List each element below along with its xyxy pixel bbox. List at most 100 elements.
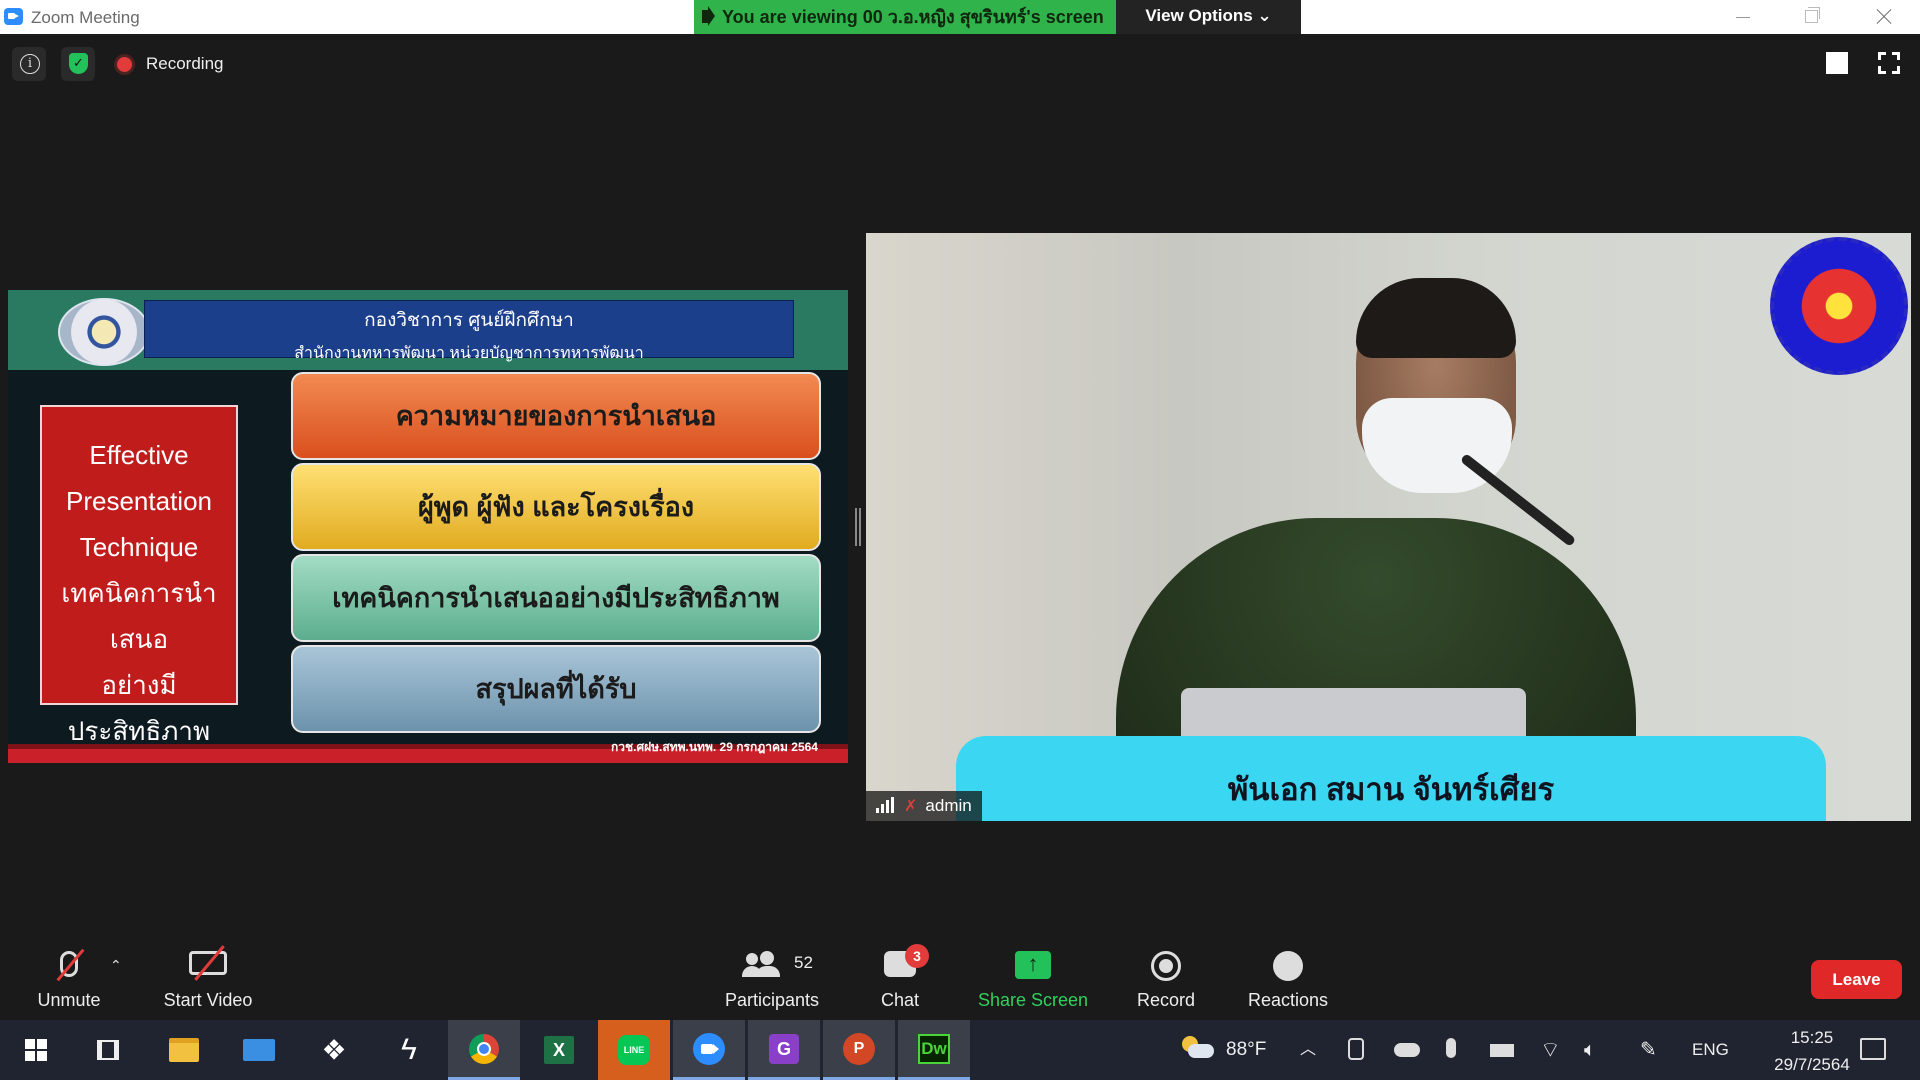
task-view-button[interactable] [72, 1020, 144, 1080]
audio-options-chevron-icon[interactable]: ⌃ [110, 957, 122, 974]
slide-menu-item: ความหมายของการนำเสนอ [291, 372, 821, 460]
file-explorer-button[interactable] [148, 1020, 220, 1080]
onedrive-cloud-icon[interactable] [1394, 1043, 1420, 1057]
record-icon [1151, 951, 1181, 981]
viewing-screen-banner: You are viewing 00 ว.อ.หญิง สุขรินทร์'s … [694, 0, 1116, 34]
zoom-icon [693, 1032, 725, 1065]
recording-dot-icon [117, 57, 132, 72]
participants-icon [741, 951, 780, 977]
line-icon: LINE [618, 1035, 650, 1065]
slide-menu-item: สรุปผลที่ได้รับ [291, 645, 821, 733]
dreamweaver-button[interactable]: Dw [898, 1020, 970, 1080]
dreamweaver-icon: Dw [918, 1033, 950, 1064]
slide-title-box: Effective Presentation Technique เทคนิคก… [40, 405, 238, 746]
lightning-icon: ϟ [401, 1033, 417, 1066]
participants-label: Participants [724, 990, 820, 1010]
window-titlebar: Zoom Meeting You are viewing 00 ว.อ.หญิง… [0, 0, 1920, 34]
speaker-video[interactable]: พันเอก สมาน จันทร์เศียร ✗ admin [866, 233, 1911, 821]
record-button[interactable]: Record [1130, 939, 1202, 1020]
clock-date: 29/7/2564 [1774, 1055, 1850, 1074]
unit-logo-icon [1770, 237, 1908, 375]
close-icon[interactable] [1872, 6, 1896, 28]
weather-temperature[interactable]: 88°F [1226, 1020, 1266, 1080]
dropbox-icon: ❖ [321, 1034, 347, 1066]
chrome-button[interactable] [448, 1020, 520, 1080]
pen-icon[interactable]: ✎ [1640, 1020, 1657, 1080]
slide-title-line: Technique [79, 532, 199, 562]
minimize-icon[interactable] [1732, 6, 1756, 28]
mail-button[interactable] [223, 1020, 295, 1080]
video-person-hair [1356, 278, 1516, 358]
excel-button[interactable]: X [523, 1020, 595, 1080]
video-name-bar: พันเอก สมาน จันทร์เศียร [956, 736, 1826, 821]
unmute-button[interactable]: Unmute [20, 939, 118, 1020]
encryption-shield-icon[interactable] [61, 47, 95, 81]
pdf-app-icon: G [769, 1033, 799, 1064]
start-video-label: Start Video [163, 990, 253, 1010]
line-button[interactable]: LINE [598, 1020, 670, 1080]
show-hidden-icons-chevron-icon[interactable]: ︿ [1300, 1020, 1316, 1080]
participants-count: 52 [794, 953, 813, 972]
fullscreen-icon[interactable] [1878, 52, 1900, 74]
view-splitter-handle[interactable] [855, 508, 861, 546]
powerpoint-icon: P [843, 1032, 875, 1065]
chat-unread-badge: 3 [905, 944, 929, 968]
excel-icon: X [544, 1036, 574, 1064]
microphone-tray-icon[interactable] [1446, 1038, 1456, 1058]
signal-strength-icon [876, 797, 896, 813]
slide-title-line: Effective [89, 440, 189, 470]
slide-menu-item: ผู้พูด ผู้ฟัง และโครงเรื่อง [291, 463, 821, 551]
meeting-toolbar [0, 939, 1920, 1020]
share-screen-icon: ↑ [1015, 951, 1051, 979]
recording-indicator[interactable]: Recording [146, 54, 224, 74]
app-button[interactable]: ϟ [373, 1020, 445, 1080]
record-label: Record [1136, 990, 1196, 1010]
mail-icon [243, 1039, 275, 1061]
leave-button[interactable]: Leave [1811, 960, 1902, 999]
slide-title-line: อย่างมีประสิทธิภาพ [67, 670, 211, 746]
input-language[interactable]: ENG [1692, 1020, 1729, 1080]
share-screen-button[interactable]: ↑ Share Screen [975, 939, 1091, 1020]
participant-name: admin [925, 796, 972, 815]
zoom-button[interactable] [673, 1020, 745, 1080]
task-view-icon [97, 1040, 119, 1060]
meeting-info-icon[interactable] [12, 47, 46, 81]
restore-icon[interactable] [1800, 6, 1824, 28]
speaker-icon [702, 6, 715, 26]
pdf-app-button[interactable]: G [748, 1020, 820, 1080]
notifications-icon[interactable] [1860, 1038, 1886, 1060]
slide-footer-text: กวช.ศฝษ.สทพ.นทพ. 29 กรกฎาคม 2564 [611, 740, 818, 754]
chrome-icon [469, 1033, 499, 1064]
windows-taskbar: ❖ ϟ X LINE G P Dw [0, 1020, 1920, 1080]
zoom-logo-icon [4, 8, 23, 25]
participant-name-tag: ✗ admin [866, 791, 982, 821]
army-emblem-icon [58, 298, 150, 366]
slide-org-line2: สำนักงานทหารพัฒนา หน่วยบัญชาการทหารพัฒนา [294, 345, 644, 362]
smiley-icon [1273, 951, 1303, 981]
battery-icon[interactable] [1490, 1044, 1514, 1057]
clock-time: 15:25 [1790, 1028, 1834, 1047]
reactions-button[interactable]: Reactions [1242, 939, 1334, 1020]
shared-screen: กองวิชาการ ศูนย์ฝึกศึกษา สำนักงานทหารพัฒ… [8, 290, 848, 763]
participants-button[interactable]: 52 Participants [716, 939, 828, 1020]
meet-now-icon[interactable] [1348, 1038, 1364, 1060]
start-menu-button[interactable] [0, 1020, 72, 1080]
slide-org-banner: กองวิชาการ ศูนย์ฝึกศึกษา สำนักงานทหารพัฒ… [144, 300, 794, 362]
start-video-button[interactable]: Start Video [150, 939, 266, 1020]
slide-title-line: Presentation [66, 486, 212, 516]
volume-icon[interactable]: 🔈︎ [1584, 1020, 1596, 1080]
viewing-screen-text: You are viewing 00 ว.อ.หญิง สุขรินทร์'s … [722, 7, 1104, 27]
powerpoint-button[interactable]: P [823, 1020, 895, 1080]
dropbox-button[interactable]: ❖ [298, 1020, 370, 1080]
slide-title-line: เทคนิคการนำเสนอ [61, 578, 217, 654]
view-options-button[interactable]: View Options ⌄ [1116, 0, 1301, 34]
taskbar-clock[interactable]: 15:25 29/7/2564 [1752, 1024, 1872, 1078]
reactions-label: Reactions [1247, 990, 1329, 1010]
unmute-label: Unmute [37, 990, 101, 1010]
folder-icon [169, 1038, 199, 1062]
wifi-icon[interactable]: ⌔ [1540, 1020, 1561, 1080]
slide-menu-item: เทคนิคการนำเสนออย่างมีประสิทธิภาพ [291, 554, 821, 642]
gallery-view-icon[interactable] [1826, 52, 1848, 74]
weather-cloud-icon[interactable] [1182, 1036, 1214, 1060]
share-screen-label: Share Screen [977, 990, 1089, 1010]
